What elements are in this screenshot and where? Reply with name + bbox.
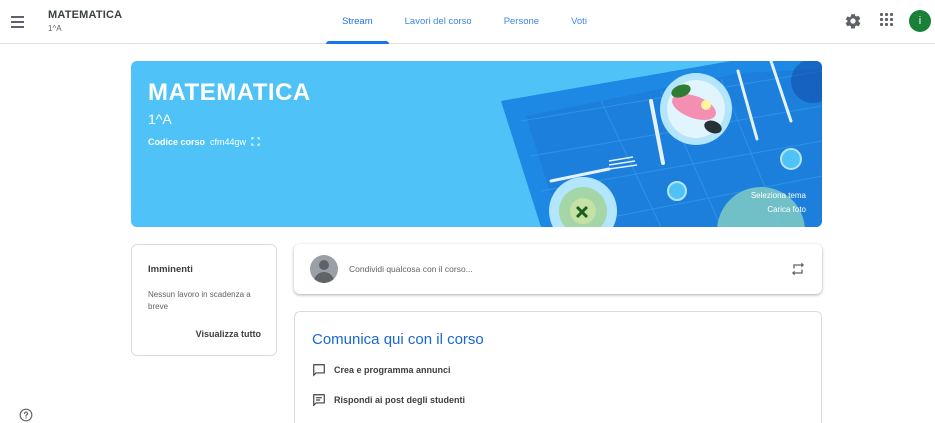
class-code-label: Codice corso (148, 137, 206, 147)
reply-post-icon (313, 394, 325, 407)
class-banner: MATEMATICA 1^A Codice corso cfm44gw Sele… (131, 61, 822, 227)
announcement-icon (313, 364, 325, 377)
upcoming-card: Imminenti Nessun lavoro in scadenza a br… (131, 244, 277, 356)
reply-posts-label: Rispondi ai post degli studenti (334, 395, 466, 405)
menu-icon[interactable] (8, 10, 32, 34)
help-icon[interactable] (19, 408, 33, 422)
class-code: Codice corso cfm44gw (148, 137, 260, 147)
tab-people[interactable]: Persone (488, 0, 555, 44)
class-tabs: Stream Lavori del corso Persone Voti (326, 0, 603, 44)
reply-posts-item: Rispondi ai post degli studenti (312, 392, 465, 408)
communicate-card: Comunica qui con il corso Crea e program… (294, 311, 822, 423)
share-box[interactable]: Condividi qualcosa con il corso... (294, 244, 822, 294)
banner-illustration (501, 61, 822, 227)
upload-photo-link[interactable]: Carica foto (767, 205, 806, 214)
upcoming-empty-text: Nessun lavoro in scadenza a breve (148, 290, 251, 311)
upcoming-title: Imminenti (148, 264, 193, 275)
class-section: 1^A (48, 24, 62, 33)
repost-icon[interactable] (790, 261, 806, 277)
gear-icon[interactable] (844, 12, 862, 30)
class-title[interactable]: MATEMATICA (48, 9, 122, 21)
view-all-link[interactable]: Visualizza tutto (196, 329, 261, 339)
banner-section: 1^A (148, 111, 172, 127)
banner-title: MATEMATICA (148, 79, 311, 106)
fullscreen-icon[interactable] (250, 137, 260, 146)
tab-stream[interactable]: Stream (326, 0, 389, 44)
user-avatar (310, 255, 338, 283)
apps-grid-icon[interactable] (880, 13, 894, 27)
account-avatar[interactable]: i (909, 10, 931, 32)
top-app-bar: MATEMATICA 1^A Stream Lavori del corso P… (0, 0, 935, 44)
class-code-value[interactable]: cfm44gw (210, 137, 246, 147)
share-placeholder[interactable]: Condividi qualcosa con il corso... (349, 264, 473, 274)
tab-classwork[interactable]: Lavori del corso (389, 0, 488, 44)
create-announcement-label: Crea e programma annunci (334, 365, 451, 375)
create-announcement-item: Crea e programma annunci (312, 362, 451, 378)
tab-grades[interactable]: Voti (555, 0, 603, 44)
select-theme-link[interactable]: Seleziona tema (751, 191, 806, 200)
communicate-title: Comunica qui con il corso (312, 331, 484, 348)
